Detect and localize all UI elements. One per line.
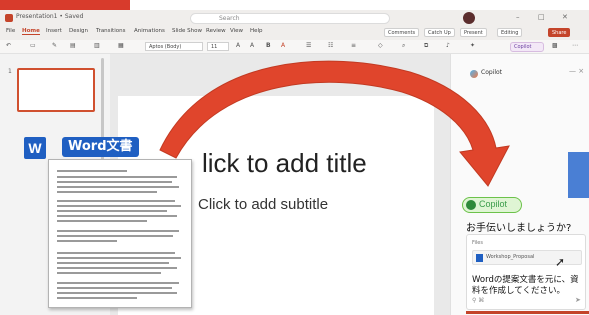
copilot-icon	[466, 200, 476, 210]
attached-file-name: Workshop_Proposal	[486, 254, 535, 260]
copilot-greeting: お手伝いしましょうか?	[466, 223, 572, 234]
copilot-pill-label: Copilot	[479, 199, 508, 209]
accent-underline	[466, 311, 589, 314]
copilot-pill: Copilot	[462, 197, 522, 213]
attachment-label: Files	[472, 240, 483, 246]
attached-file[interactable]: Workshop_Proposal	[472, 250, 582, 265]
send-icon[interactable]: ➤	[575, 296, 581, 304]
prompt-text[interactable]: Wordの提案文書を元に、資料を作成してください。	[472, 275, 584, 297]
word-file-icon	[476, 254, 483, 262]
mouse-cursor-icon: ➚	[555, 255, 566, 269]
copilot-chat-input[interactable]: Files Workshop_Proposal ➚ Wordの提案文書を元に、資…	[466, 234, 586, 310]
attach-icon[interactable]: ⚲ ⌘	[472, 297, 484, 304]
